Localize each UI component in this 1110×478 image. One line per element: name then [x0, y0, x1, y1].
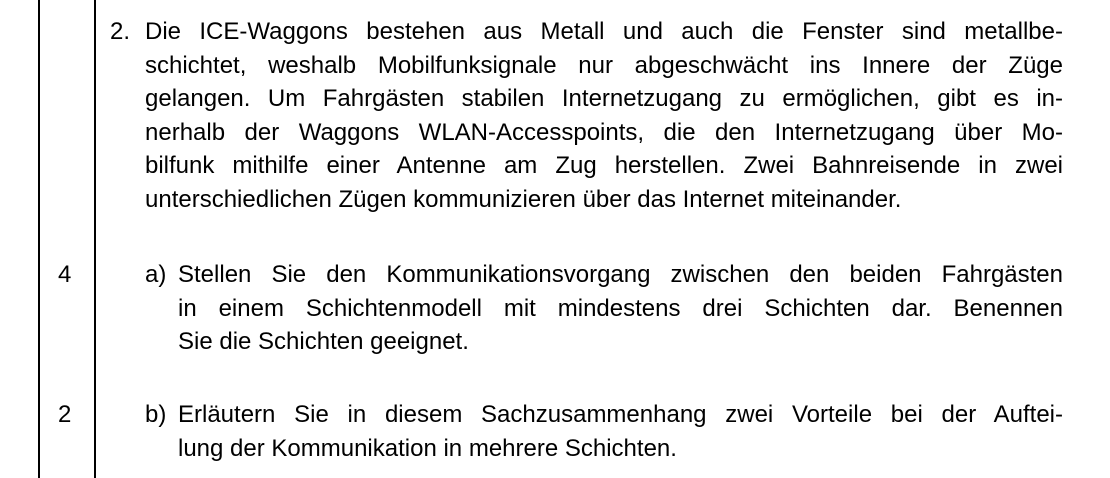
intro-line: bilfunk mithilfe einer Antenne am Zug he… [145, 152, 1063, 179]
item-intro-text: Die ICE-Waggons bestehen aus Metall und … [145, 15, 1063, 216]
intro-line: schichtet, weshalb Mobilfunksignale nur … [145, 51, 1063, 79]
left-margin-rule [38, 0, 40, 478]
task-b-line: Erläutern Sie in diesem Sachzusammenhang… [178, 401, 1063, 428]
task-b-text: Erläutern Sie in diesem Sachzusammenhang… [178, 398, 1063, 465]
task-a-line: in einem Schichtenmodell mit mindestens … [178, 294, 1063, 322]
intro-line: nerhalb der Waggons WLAN-Accesspoints, d… [145, 118, 1063, 146]
task-a-line: Sie die Schichten geeignet. [178, 328, 469, 355]
intro-line: Die ICE-Waggons bestehen aus Metall und … [145, 18, 1063, 45]
exam-page: 2. Die ICE-Waggons bestehen aus Metall u… [0, 0, 1110, 478]
task-b-marker: b) [145, 401, 167, 428]
task-a-text: Stellen Sie den Kommunikationsvorgang zw… [178, 258, 1063, 359]
task-b-line: lung der Kommunikation in mehrere Schich… [178, 434, 677, 462]
points-column-rule [94, 0, 96, 478]
item-number: 2. [110, 18, 131, 45]
task-a-points: 4 [58, 261, 72, 288]
task-a-line: Stellen Sie den Kommunikationsvorgang zw… [178, 261, 1063, 288]
intro-line: gelangen. Um Fahrgästen stabilen Interne… [145, 85, 1063, 112]
task-a-marker: a) [145, 261, 167, 288]
task-b-points: 2 [58, 401, 72, 428]
intro-line: unterschiedlichen Zügen kommunizieren üb… [145, 185, 902, 213]
